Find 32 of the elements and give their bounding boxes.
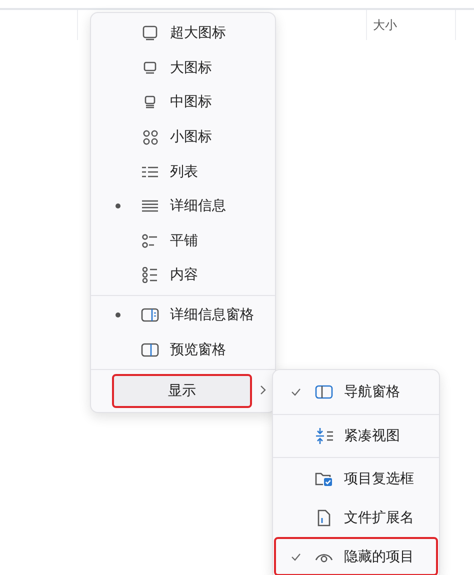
pane-icon <box>315 385 333 400</box>
menu-item[interactable]: 列表 <box>94 154 272 189</box>
chevron-icon <box>260 385 266 396</box>
menu-item[interactable]: 大图标 <box>94 50 272 86</box>
menu-item[interactable]: 导航窗格 <box>274 373 438 412</box>
tiles-icon <box>142 234 158 248</box>
menu-item[interactable]: 超大图标 <box>94 16 272 51</box>
menu-item[interactable]: 文件扩展名 <box>274 498 438 538</box>
pane-icon <box>141 308 159 322</box>
menu-item[interactable]: 中图标 <box>94 85 272 120</box>
monitor-icon <box>143 60 157 75</box>
folder-checkbox-icon <box>315 471 333 488</box>
lines-icon <box>142 200 158 212</box>
menu-item[interactable]: 隐藏的项目 <box>274 537 438 575</box>
list-icon <box>142 267 158 284</box>
pane-icon <box>141 342 159 357</box>
menu-item[interactable]: 小图标 <box>94 120 272 154</box>
menu-item[interactable]: 内容 <box>94 258 272 293</box>
monitor-icon <box>144 95 156 110</box>
monitor-icon <box>142 25 158 42</box>
menu-item[interactable]: 紧凑视图 <box>274 416 438 456</box>
grid-icon <box>142 130 158 145</box>
compact-icon <box>315 428 333 444</box>
menu-item[interactable]: 详细信息窗格 <box>94 298 272 332</box>
list-icon <box>142 166 158 178</box>
file-icon <box>317 509 331 528</box>
menu-item[interactable]: 预览窗格 <box>94 332 272 367</box>
column-header[interactable]: 大小 <box>373 17 397 34</box>
menu-item[interactable]: 项目复选框 <box>274 460 438 499</box>
menu-item[interactable]: 平铺 <box>94 224 272 258</box>
menu-item[interactable]: 显示 <box>112 374 252 408</box>
menu-item[interactable]: 详细信息 <box>94 188 272 224</box>
